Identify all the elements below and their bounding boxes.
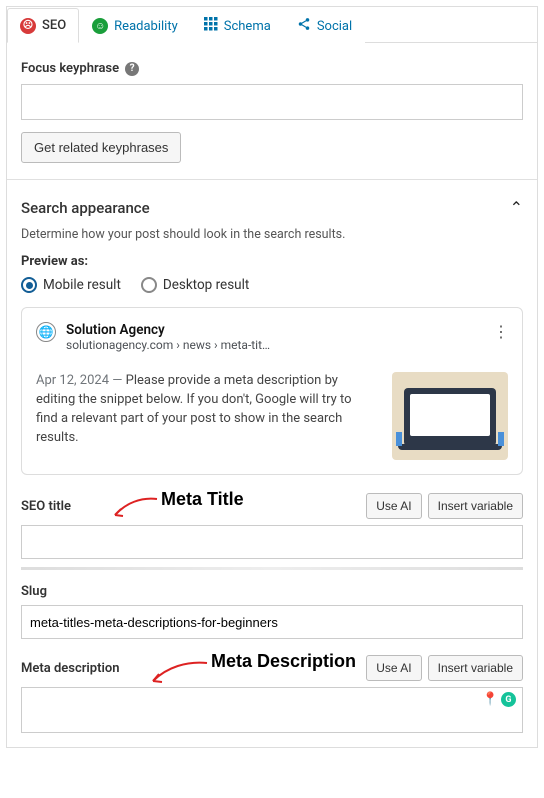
tab-seo-label: SEO (42, 18, 66, 33)
preview-as-label: Preview as: (21, 254, 88, 269)
radio-mobile-result[interactable]: Mobile result (21, 277, 121, 293)
progress-divider (21, 567, 523, 570)
seo-title-input[interactable] (21, 525, 523, 559)
share-icon (297, 17, 311, 35)
preview-site-url: solutionagency.com › news › meta-tit… (66, 338, 270, 352)
chevron-up-icon: ⌃ (510, 198, 523, 217)
tab-readability-label: Readability (114, 19, 178, 34)
search-appearance-header[interactable]: Search appearance ⌃ (21, 196, 523, 219)
radio-checked-icon (21, 277, 37, 293)
tab-seo[interactable]: ☹ SEO (7, 8, 79, 43)
slug-input[interactable] (21, 605, 523, 639)
help-icon[interactable]: ? (125, 62, 139, 76)
meta-description-use-ai-button[interactable]: Use AI (366, 655, 421, 681)
meta-description-input[interactable]: 📍 G (21, 687, 523, 733)
grammarly-icon: G (501, 692, 516, 707)
preview-date: Apr 12, 2024 (36, 373, 109, 388)
radio-unchecked-icon (141, 277, 157, 293)
tab-social-label: Social (317, 19, 352, 34)
meta-description-insert-variable-button[interactable]: Insert variable (428, 655, 523, 681)
radio-mobile-label: Mobile result (43, 277, 121, 293)
grid-icon (204, 17, 218, 35)
preview-site-name: Solution Agency (66, 322, 270, 338)
frown-icon: ☹ (20, 18, 36, 34)
tab-readability[interactable]: ☺ Readability (79, 8, 191, 43)
focus-keyphrase-input[interactable] (21, 84, 523, 120)
radio-desktop-label: Desktop result (163, 277, 249, 293)
preview-thumbnail (392, 372, 508, 460)
tab-schema-label: Schema (224, 19, 271, 34)
get-related-keyphrases-button[interactable]: Get related keyphrases (21, 132, 181, 163)
slug-label: Slug (21, 584, 523, 599)
location-pin-icon: 📍 (483, 692, 498, 707)
tabs-bar: ☹ SEO ☺ Readability Schema Social (7, 7, 537, 43)
focus-keyphrase-label: Focus keyphrase (21, 61, 119, 76)
tab-social[interactable]: Social (284, 8, 365, 43)
seo-title-use-ai-button[interactable]: Use AI (366, 493, 421, 519)
seo-title-label: SEO title (21, 499, 71, 514)
more-options-icon[interactable]: ⋮ (493, 322, 510, 341)
seo-title-insert-variable-button[interactable]: Insert variable (428, 493, 523, 519)
preview-separator: — (109, 373, 126, 388)
search-appearance-title: Search appearance (21, 199, 150, 217)
radio-desktop-result[interactable]: Desktop result (141, 277, 249, 293)
tab-schema[interactable]: Schema (191, 8, 284, 43)
meta-description-label: Meta description (21, 661, 119, 676)
globe-icon: 🌐 (36, 322, 56, 342)
smile-icon: ☺ (92, 18, 108, 34)
search-appearance-description: Determine how your post should look in t… (21, 227, 523, 242)
search-preview-card: 🌐 Solution Agency solutionagency.com › n… (21, 307, 523, 475)
